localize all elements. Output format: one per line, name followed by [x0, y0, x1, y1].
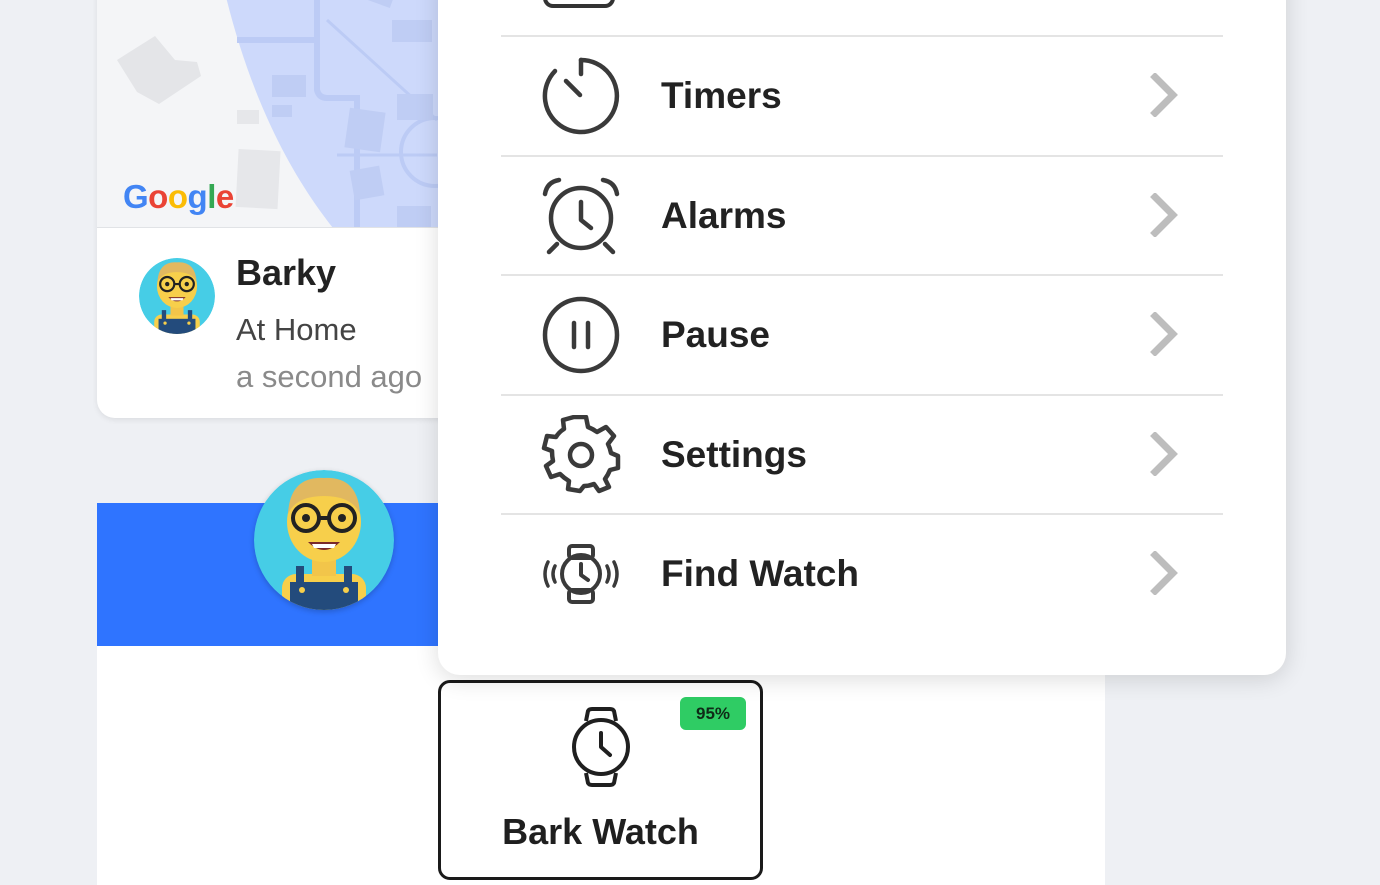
watch-menu-popover: Timers Alarms Pause Settings Find Watch [438, 0, 1286, 675]
menu-item-timers[interactable]: Timers [501, 35, 1223, 154]
alarm-clock-icon [541, 176, 621, 256]
menu-label-pause: Pause [661, 314, 771, 355]
battery-badge: 95% [680, 697, 746, 730]
location-status: At Home [236, 312, 357, 347]
map-view[interactable]: Google [97, 0, 497, 228]
find-watch-icon [541, 534, 621, 614]
menu-label-settings: Settings [661, 434, 807, 475]
gear-icon [541, 414, 621, 495]
menu-item-alarms[interactable]: Alarms [501, 155, 1223, 274]
menu-item-find-watch[interactable]: Find Watch [501, 513, 1223, 632]
menu-label-find-watch: Find Watch [661, 553, 859, 594]
watch-icon [568, 707, 634, 792]
chevron-right-icon [1149, 431, 1179, 481]
last-updated: a second ago [236, 359, 423, 394]
chevron-right-icon [1149, 550, 1179, 600]
menu-item-pause[interactable]: Pause [501, 274, 1223, 393]
avatar [139, 258, 215, 334]
person-row[interactable]: Barky At Home a second ago [97, 228, 497, 418]
person-name: Barky [236, 252, 337, 293]
chevron-right-icon [1149, 311, 1179, 361]
location-card[interactable]: Google Barky At Home a second ago [97, 0, 497, 418]
timer-icon [541, 56, 621, 136]
partial-menu-icon [543, 0, 615, 8]
pause-icon [541, 295, 621, 375]
menu-item-settings[interactable]: Settings [501, 394, 1223, 513]
device-name: Bark Watch [502, 811, 699, 852]
chevron-right-icon [1149, 192, 1179, 242]
menu-label-timers: Timers [661, 75, 782, 116]
device-tile[interactable]: 95% Bark Watch [438, 680, 763, 880]
google-logo: Google [123, 178, 234, 215]
menu-label-alarms: Alarms [661, 195, 787, 236]
profile-avatar[interactable] [254, 470, 394, 610]
chevron-right-icon [1149, 72, 1179, 122]
